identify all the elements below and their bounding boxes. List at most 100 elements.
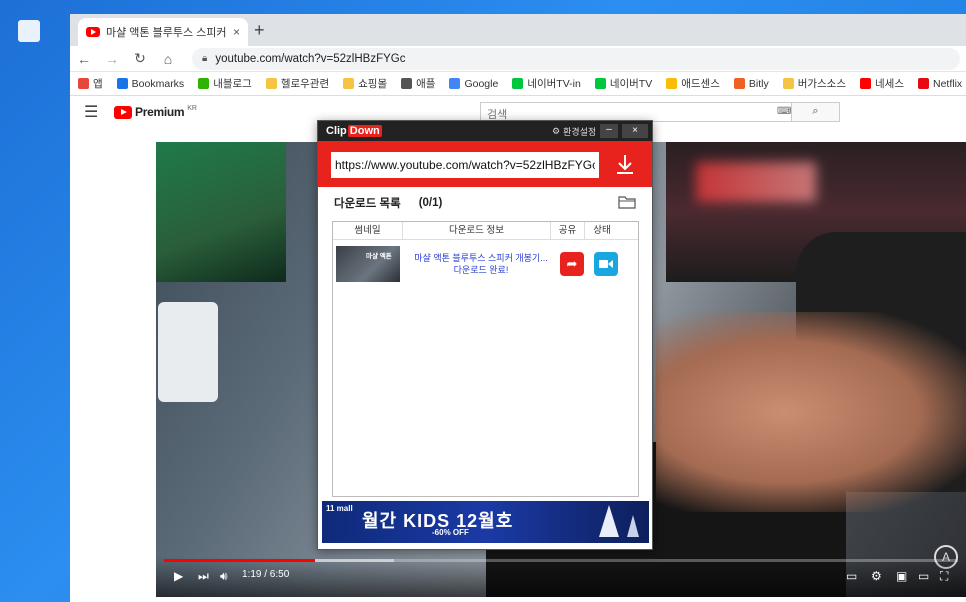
bookmark-label: Bitly (748, 77, 769, 90)
progress-bar[interactable] (164, 559, 958, 562)
youtube-premium-logo[interactable]: Premium KR (114, 105, 197, 119)
download-info: 마샬 액톤 블루투스 스피커 개봉기... 다운로드 완료! (406, 252, 556, 276)
bookmark-favicon-icon (918, 78, 929, 89)
download-table: 썸네일 다운로드 정보 공유 상태 마샬 액톤 마샬 액톤 블루투스 스피커 개… (332, 221, 639, 497)
bookmark-item[interactable]: 내블로그 (198, 76, 252, 91)
tab-close-icon[interactable]: × (233, 25, 240, 39)
address-bar-url[interactable]: youtube.com/watch?v=52zlHBzFYGc (215, 53, 405, 65)
hamburger-menu-icon[interactable]: ☰ (84, 102, 104, 122)
subtitles-icon[interactable]: ▭ (846, 569, 857, 583)
banner-discount: -60% OFF (432, 528, 469, 537)
bookmark-item[interactable]: 애드센스 (666, 76, 720, 91)
url-input[interactable] (331, 152, 599, 178)
youtube-search-button[interactable]: ⌕ (791, 103, 839, 121)
bookmark-favicon-icon (512, 78, 524, 89)
bookmarks-bar: 앱 Bookmarks 내블로그 헬로우관련 쇼핑몰 애플 Google 네이버TV-in 네이… (70, 72, 966, 96)
time-display: 1:19 / 6:50 (242, 569, 290, 580)
bookmark-item[interactable]: Netflix (918, 78, 962, 90)
table-row[interactable]: 마샬 액톤 마샬 액톤 블루투스 스피커 개봉기... 다운로드 완료! ➦ (333, 240, 638, 284)
new-tab-button[interactable]: + (254, 20, 265, 41)
share-button[interactable]: ➦ (560, 251, 584, 276)
bookmark-favicon-icon (265, 78, 277, 89)
bookmark-favicon-icon (782, 78, 794, 89)
bookmark-label: 헬로우관련 (280, 78, 330, 90)
bookmark-favicon-icon (594, 78, 606, 89)
bookmark-label: 네세스 (875, 78, 904, 90)
bookmark-label: Netflix (933, 77, 963, 90)
bookmark-item[interactable]: 네이버TV (594, 76, 653, 91)
youtube-search-box: 검색 ⌨ ⌕ (480, 102, 840, 122)
bookmark-favicon-icon (198, 78, 210, 89)
home-icon[interactable]: ⌂ (160, 51, 176, 67)
keyboard-icon[interactable]: ⌨ (777, 103, 791, 121)
youtube-region-label: KR (187, 104, 197, 112)
clipdown-titlebar[interactable]: Clip Down ⚙ 환경설정 – × (318, 121, 652, 141)
back-arrow-icon[interactable]: ← (76, 51, 92, 67)
bookmark-item[interactable]: 애플 (401, 76, 435, 91)
download-list-count: (0/1) (418, 197, 443, 209)
minimize-button[interactable]: – (600, 124, 618, 138)
next-icon[interactable]: ⏭ (198, 569, 209, 584)
play-icon[interactable]: ▶ (174, 569, 183, 583)
url-bar (318, 141, 652, 187)
video-scene-arm (656, 312, 966, 512)
forward-arrow-icon[interactable]: → (104, 51, 120, 67)
clipdown-logo-clip: Clip (326, 125, 347, 137)
banner-mall-logo: 11 mall (326, 504, 353, 513)
bookmark-item[interactable]: 네이버TV-in (512, 76, 581, 91)
column-status: 상태 (593, 225, 611, 236)
share-arrow-icon: ➦ (566, 255, 578, 271)
youtube-search-input[interactable]: 검색 (481, 103, 777, 121)
download-table-header: 썸네일 다운로드 정보 공유 상태 (333, 222, 638, 240)
bookmark-label: 앱 (93, 78, 103, 90)
reload-icon[interactable]: ↻ (132, 50, 148, 67)
browser-toolbar: ← → ↻ ⌂ 🔒︎ youtube.com/watch?v=52zlHBzFY… (70, 46, 966, 72)
bookmark-item[interactable]: 앱 (78, 76, 103, 91)
fullscreen-icon[interactable]: ⛶ (940, 569, 948, 584)
apps-grid-icon (78, 78, 89, 89)
progress-played (164, 559, 315, 562)
video-camera-icon[interactable] (594, 251, 618, 276)
column-thumbnail: 썸네일 (333, 222, 403, 239)
address-bar[interactable]: 🔒︎ youtube.com/watch?v=52zlHBzFYGc (192, 47, 960, 70)
bookmark-item[interactable]: 버가스소스 (782, 76, 846, 91)
bookmark-favicon-icon (860, 78, 872, 89)
download-arrow-icon[interactable] (614, 153, 636, 175)
miniplayer-icon[interactable]: ▣ (896, 569, 907, 583)
clipdown-logo-down: Down (347, 125, 382, 137)
bookmark-favicon-icon (401, 78, 413, 89)
lock-icon[interactable]: 🔒︎ (202, 53, 207, 64)
clipdown-logo: Clip Down (326, 125, 382, 137)
tab-title: 마샬 액톤 블루투스 스피커 개봉 (106, 27, 227, 39)
bookmark-item[interactable]: 헬로우관련 (265, 76, 330, 91)
settings-label: 환경설정 (563, 127, 597, 137)
desktop-app-icon[interactable] (18, 20, 40, 42)
settings-button[interactable]: ⚙ 환경설정 (552, 125, 596, 138)
bookmark-label: 애플 (416, 78, 436, 90)
bookmark-item[interactable]: Bookmarks (116, 78, 184, 90)
bookmark-item[interactable]: Bitly (733, 77, 769, 90)
bookmark-label: 애드센스 (681, 78, 720, 90)
youtube-favicon-icon (86, 27, 100, 37)
bookmark-item[interactable]: 네세스 (860, 76, 904, 91)
ad-banner[interactable]: 11 mall 월간 KIDS 12월호 -60% OFF (322, 501, 649, 543)
column-download-info: 다운로드 정보 (403, 222, 551, 239)
tab-youtube[interactable]: 마샬 액톤 블루투스 스피커 개봉 × (78, 18, 248, 46)
player-controls: ▶ ⏭ 🔊︎ 1:19 / 6:50 ▭ ⚙ ▣ ▭ ⛶ (156, 557, 966, 597)
desktop-icons (0, 10, 70, 42)
clipdown-window: Clip Down ⚙ 환경설정 – × 다운로드 목록 (0/1) 썸네일 다… (317, 120, 653, 550)
download-list-header: 다운로드 목록 (0/1) (318, 187, 652, 219)
column-share: 공유 (551, 222, 585, 239)
download-list-title: 다운로드 목록 (334, 198, 401, 210)
close-button[interactable]: × (622, 124, 648, 138)
folder-icon[interactable] (618, 195, 636, 209)
bookmark-item[interactable]: 쇼핑몰 (343, 76, 387, 91)
video-scene-speaker (158, 302, 218, 402)
bookmark-item[interactable]: Google (449, 78, 498, 90)
theater-mode-icon[interactable]: ▭ (918, 569, 929, 583)
youtube-logo-icon (114, 105, 132, 119)
volume-icon[interactable]: 🔊︎ (220, 569, 228, 584)
settings-gear-icon[interactable]: ⚙ (871, 569, 882, 583)
bookmark-label: 네이버TV (609, 78, 653, 90)
video-scene-glow (696, 162, 816, 202)
